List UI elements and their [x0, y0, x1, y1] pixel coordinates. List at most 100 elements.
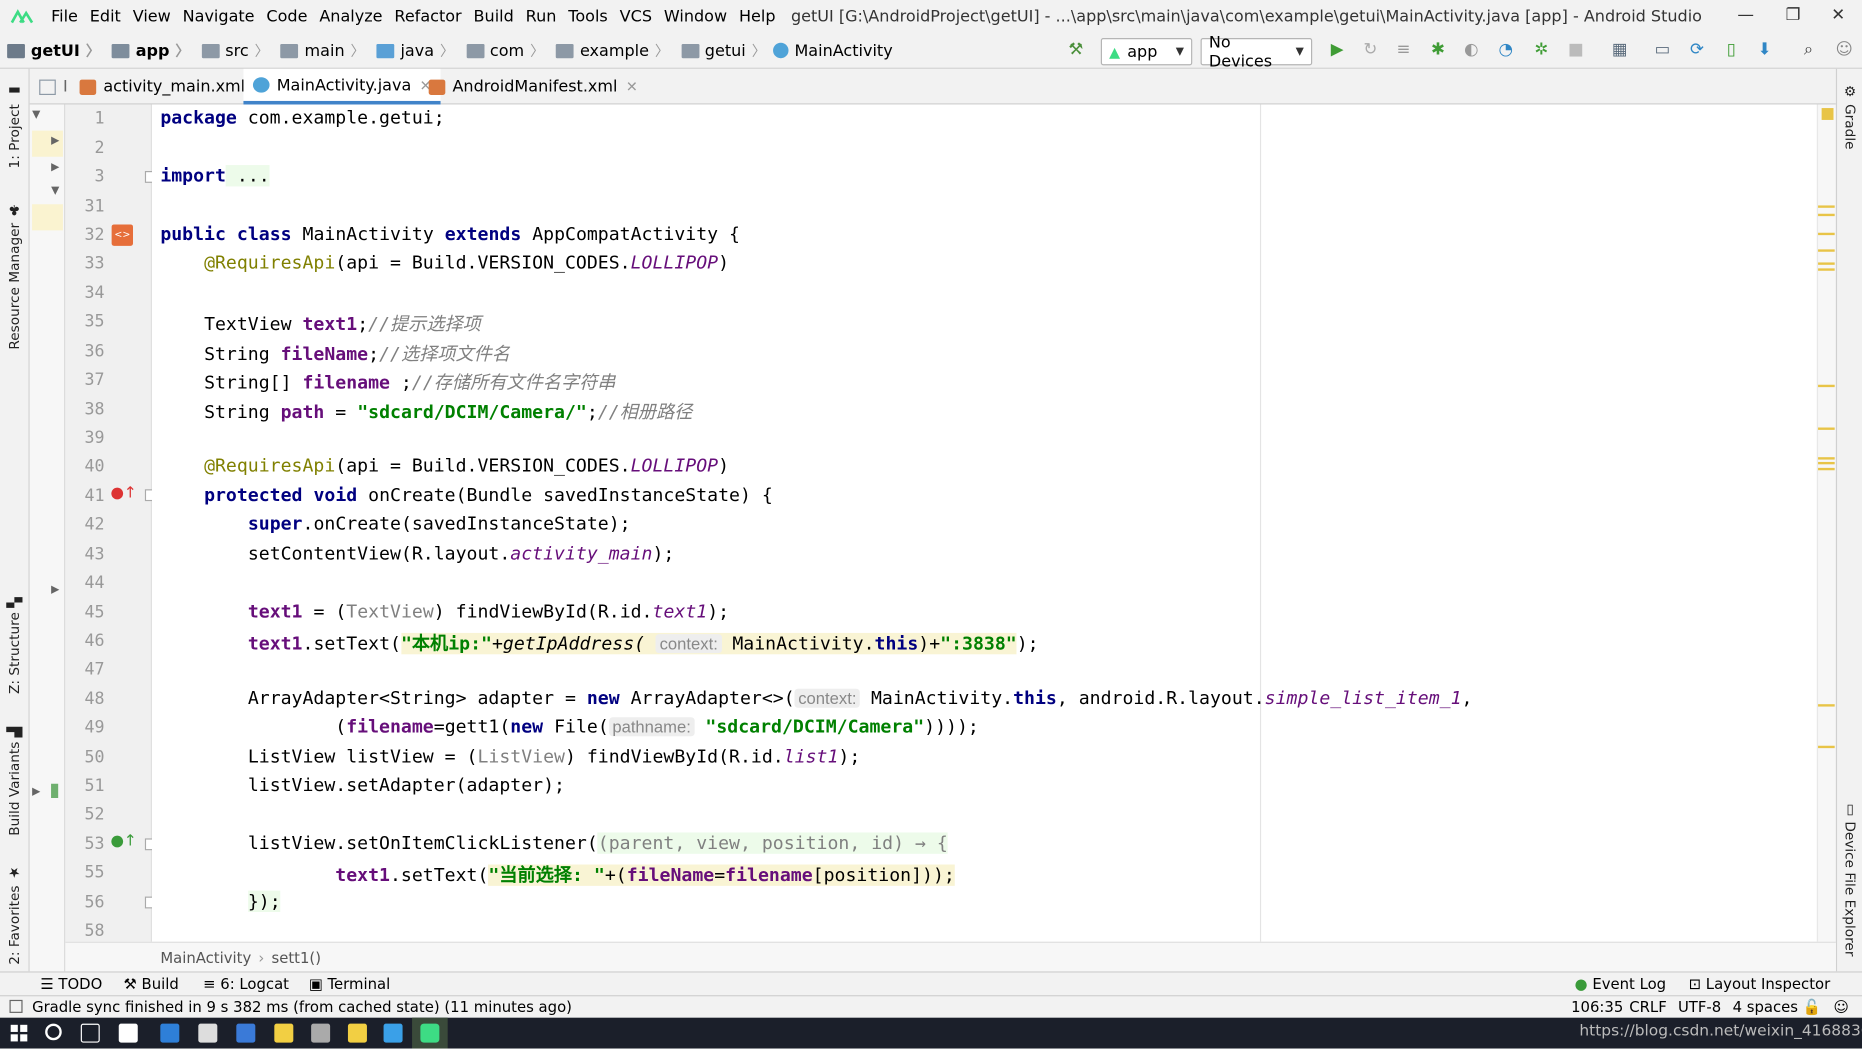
- menu-edit[interactable]: Edit: [84, 7, 127, 26]
- tool-window-device-file-explorer[interactable]: ▯ Device File Explorer: [1842, 800, 1859, 956]
- run-icon[interactable]: ▶: [1326, 39, 1347, 60]
- menu-analyze[interactable]: Analyze: [313, 7, 388, 26]
- tool-window-resource-manager[interactable]: Resource Manager ♣: [6, 202, 23, 350]
- inspections-icon[interactable]: ☺: [1834, 998, 1849, 1016]
- breadcrumb-main[interactable]: main〉: [274, 40, 365, 60]
- file-encoding[interactable]: UTF-8: [1678, 998, 1721, 1016]
- menu-window[interactable]: Window: [658, 7, 733, 26]
- sdk-manager-icon[interactable]: ⬇: [1754, 39, 1775, 60]
- warning-mark[interactable]: [1818, 233, 1835, 235]
- menu-refactor[interactable]: Refactor: [388, 7, 467, 26]
- sync-gradle-icon[interactable]: ⟳: [1686, 39, 1707, 60]
- tool-window-logcat[interactable]: ≡ 6: Logcat: [203, 975, 289, 993]
- caret-position[interactable]: 106:35: [1571, 998, 1623, 1016]
- user-icon[interactable]: ☺: [1834, 39, 1855, 60]
- search-icon[interactable]: ⌕: [1798, 39, 1819, 60]
- tool-window-structure[interactable]: Z: Structure ▚: [6, 597, 23, 694]
- breadcrumb-getui-project[interactable]: getUI〉: [0, 40, 100, 60]
- tool-window-layout-inspector[interactable]: ⊡ Layout Inspector: [1689, 975, 1831, 993]
- tool-window-terminal[interactable]: ▣ Terminal: [309, 975, 390, 993]
- run-configuration-dropdown[interactable]: ▲app▼: [1101, 38, 1192, 65]
- indent-setting[interactable]: 4 spaces: [1733, 998, 1798, 1016]
- close-icon[interactable]: ✕: [626, 78, 638, 95]
- line-separator[interactable]: CRLF: [1629, 998, 1666, 1016]
- device-manager-icon[interactable]: ▯: [1721, 39, 1742, 60]
- close-button[interactable]: ✕: [1815, 0, 1862, 31]
- stop-icon[interactable]: ■: [1565, 39, 1586, 60]
- menu-vcs[interactable]: VCS: [614, 7, 658, 26]
- menu-navigate[interactable]: Navigate: [177, 7, 261, 26]
- app-icon[interactable]: [384, 1024, 403, 1043]
- implement-method-icon[interactable]: ●↑: [110, 832, 136, 850]
- lock-icon[interactable]: 🔓: [1803, 998, 1821, 1017]
- profile-icon[interactable]: ◔: [1495, 39, 1516, 60]
- app-icon[interactable]: [119, 1024, 138, 1043]
- project-structure-icon[interactable]: ▦: [1609, 39, 1630, 60]
- warning-mark[interactable]: [1818, 205, 1835, 207]
- maximize-button[interactable]: ❐: [1769, 0, 1817, 31]
- breadcrumb-java[interactable]: java〉: [370, 40, 455, 60]
- mail-icon[interactable]: [236, 1024, 255, 1043]
- breadcrumb-getui[interactable]: getui〉: [674, 40, 766, 60]
- warning-mark[interactable]: [1818, 462, 1835, 464]
- menu-tools[interactable]: Tools: [562, 7, 613, 26]
- device-dropdown[interactable]: No Devices▼: [1201, 38, 1313, 65]
- coverage-icon[interactable]: ◐: [1461, 39, 1482, 60]
- apply-changes-icon[interactable]: ↻: [1360, 39, 1381, 60]
- status-message[interactable]: Gradle sync finished in 9 s 382 ms (from…: [10, 998, 572, 1016]
- breadcrumb-example[interactable]: example〉: [549, 40, 669, 60]
- warning-mark[interactable]: [1818, 746, 1835, 748]
- debug-icon[interactable]: ✱: [1427, 39, 1448, 60]
- warning-mark[interactable]: [1818, 428, 1835, 430]
- breadcrumb-src[interactable]: src〉: [194, 40, 268, 60]
- warning-mark[interactable]: [1818, 468, 1835, 470]
- tool-window-project[interactable]: 1: Project ▬: [6, 83, 23, 168]
- menu-run[interactable]: Run: [520, 7, 563, 26]
- search-icon[interactable]: [45, 1024, 62, 1041]
- app-icon[interactable]: [348, 1024, 367, 1043]
- breadcrumb-app[interactable]: app〉: [105, 40, 190, 60]
- warning-mark[interactable]: [1818, 262, 1835, 264]
- layout-preview-icon[interactable]: <>: [112, 224, 133, 245]
- tool-window-favorites[interactable]: 2: Favorites ★: [6, 865, 23, 965]
- file-explorer-icon[interactable]: [274, 1024, 293, 1043]
- tab-androidmanifest-xml[interactable]: AndroidManifest.xml✕: [419, 69, 647, 105]
- override-method-icon[interactable]: ●↑: [110, 485, 136, 503]
- attach-debugger-icon[interactable]: ✲: [1531, 39, 1552, 60]
- warning-mark[interactable]: [1818, 249, 1835, 251]
- tool-window-gradle[interactable]: ⚙ Gradle: [1842, 83, 1859, 149]
- tool-window-build[interactable]: ⚒ Build: [124, 975, 179, 993]
- tool-window-build-variants[interactable]: Build Variants ▟: [6, 727, 23, 836]
- menu-help[interactable]: Help: [733, 7, 781, 26]
- warning-indicator-icon[interactable]: [1822, 108, 1834, 120]
- apply-code-changes-icon[interactable]: ≡: [1393, 39, 1414, 60]
- edge-browser-icon[interactable]: [160, 1024, 179, 1043]
- warning-mark[interactable]: [1818, 214, 1835, 216]
- breadcrumb-com[interactable]: com〉: [459, 40, 544, 60]
- app-icon[interactable]: [311, 1024, 330, 1043]
- menu-file[interactable]: File: [45, 7, 84, 26]
- store-icon[interactable]: [198, 1024, 217, 1043]
- project-panel-toggle[interactable]: I: [37, 69, 68, 105]
- task-view-icon[interactable]: [81, 1024, 100, 1043]
- warning-mark[interactable]: [1818, 704, 1835, 706]
- menu-build[interactable]: Build: [468, 7, 520, 26]
- tab-mainactivity-java[interactable]: MainActivity.java✕: [243, 69, 441, 105]
- warning-mark[interactable]: [1818, 457, 1835, 459]
- warning-mark[interactable]: [1818, 268, 1835, 270]
- android-studio-taskbar-button[interactable]: [412, 1018, 448, 1049]
- windows-start-icon[interactable]: [11, 1025, 28, 1042]
- warning-mark[interactable]: [1818, 385, 1835, 387]
- menu-view[interactable]: View: [127, 7, 177, 26]
- avd-manager-icon[interactable]: ▭: [1652, 39, 1673, 60]
- breadcrumb-method[interactable]: sett1(): [271, 948, 321, 966]
- tool-window-todo[interactable]: ☰ TODO: [40, 975, 102, 993]
- error-stripe-scrollbar[interactable]: [1817, 105, 1836, 942]
- project-panel-collapsed[interactable]: ▼ ▶ ▶ ▼ ▶ ▶: [30, 105, 66, 972]
- tool-window-event-log[interactable]: ● Event Log: [1575, 975, 1666, 993]
- breadcrumb-mainactivity[interactable]: MainActivity: [771, 41, 893, 60]
- make-project-hammer-icon[interactable]: ⚒: [1065, 39, 1086, 60]
- menu-code[interactable]: Code: [260, 7, 313, 26]
- breadcrumb-class[interactable]: MainActivity: [160, 948, 251, 966]
- minimize-button[interactable]: —: [1722, 0, 1770, 31]
